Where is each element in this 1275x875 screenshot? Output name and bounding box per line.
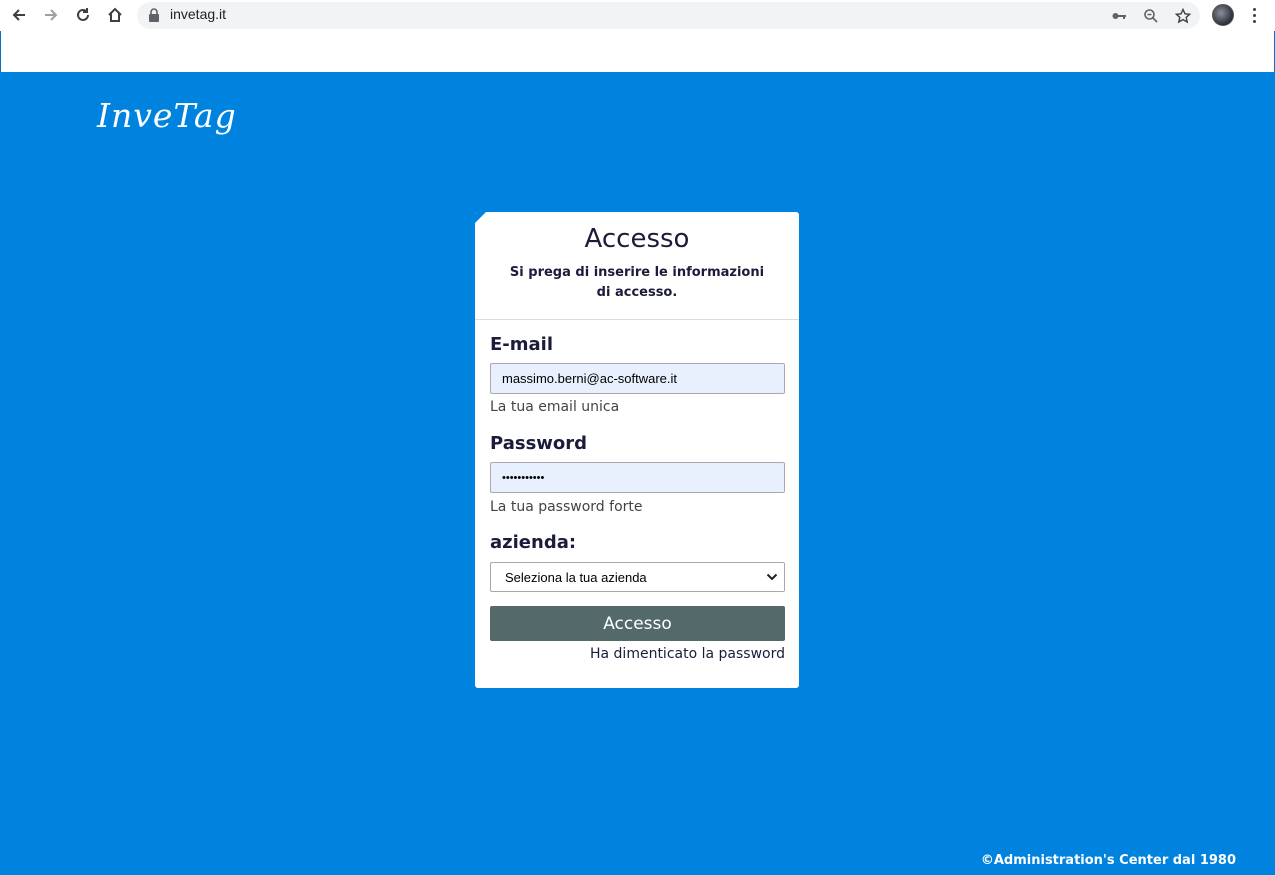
divider [475,319,799,320]
company-select-value: Seleziona la tua azienda [505,570,647,585]
login-card: Accesso Si prega di inserire le informaz… [475,212,799,688]
page-top-strip [0,31,1275,72]
lock-icon [149,8,159,22]
company-label: azienda: [490,532,577,553]
home-icon[interactable] [103,4,127,26]
email-label: E-mail [490,334,554,355]
zoom-icon[interactable] [1141,6,1161,26]
logo[interactable]: InveTag [97,96,237,135]
footer-copyright: ©Administration's Center dal 1980 [980,853,1236,868]
email-help-text: La tua email unica [490,399,620,415]
password-help-text: La tua password forte [490,499,643,515]
card-corner-decoration [475,212,486,223]
browser-toolbar: invetag.it [0,0,1275,31]
back-arrow-icon[interactable] [7,4,31,26]
url-text: invetag.it [170,6,227,22]
password-label: Password [490,433,588,454]
page-title: Accesso [584,224,690,254]
chevron-down-icon [766,573,778,581]
menu-dots-icon[interactable] [1246,4,1262,26]
page-subtitle: Si prega di inserire le informazioni di … [509,265,765,300]
address-bar[interactable]: invetag.it [137,2,1200,29]
company-select[interactable]: Seleziona la tua azienda [490,562,785,592]
key-icon[interactable] [1109,6,1129,26]
forgot-password-link[interactable]: Ha dimenticato la password [590,646,785,662]
forward-arrow-icon[interactable] [39,4,63,26]
reload-icon[interactable] [71,4,95,26]
submit-button[interactable]: Accesso [490,606,785,641]
email-field[interactable] [490,363,785,394]
star-icon[interactable] [1173,6,1193,26]
password-field[interactable] [490,462,785,493]
page-background: InveTag Accesso Si prega di inserire le … [0,72,1275,875]
avatar[interactable] [1212,4,1234,26]
